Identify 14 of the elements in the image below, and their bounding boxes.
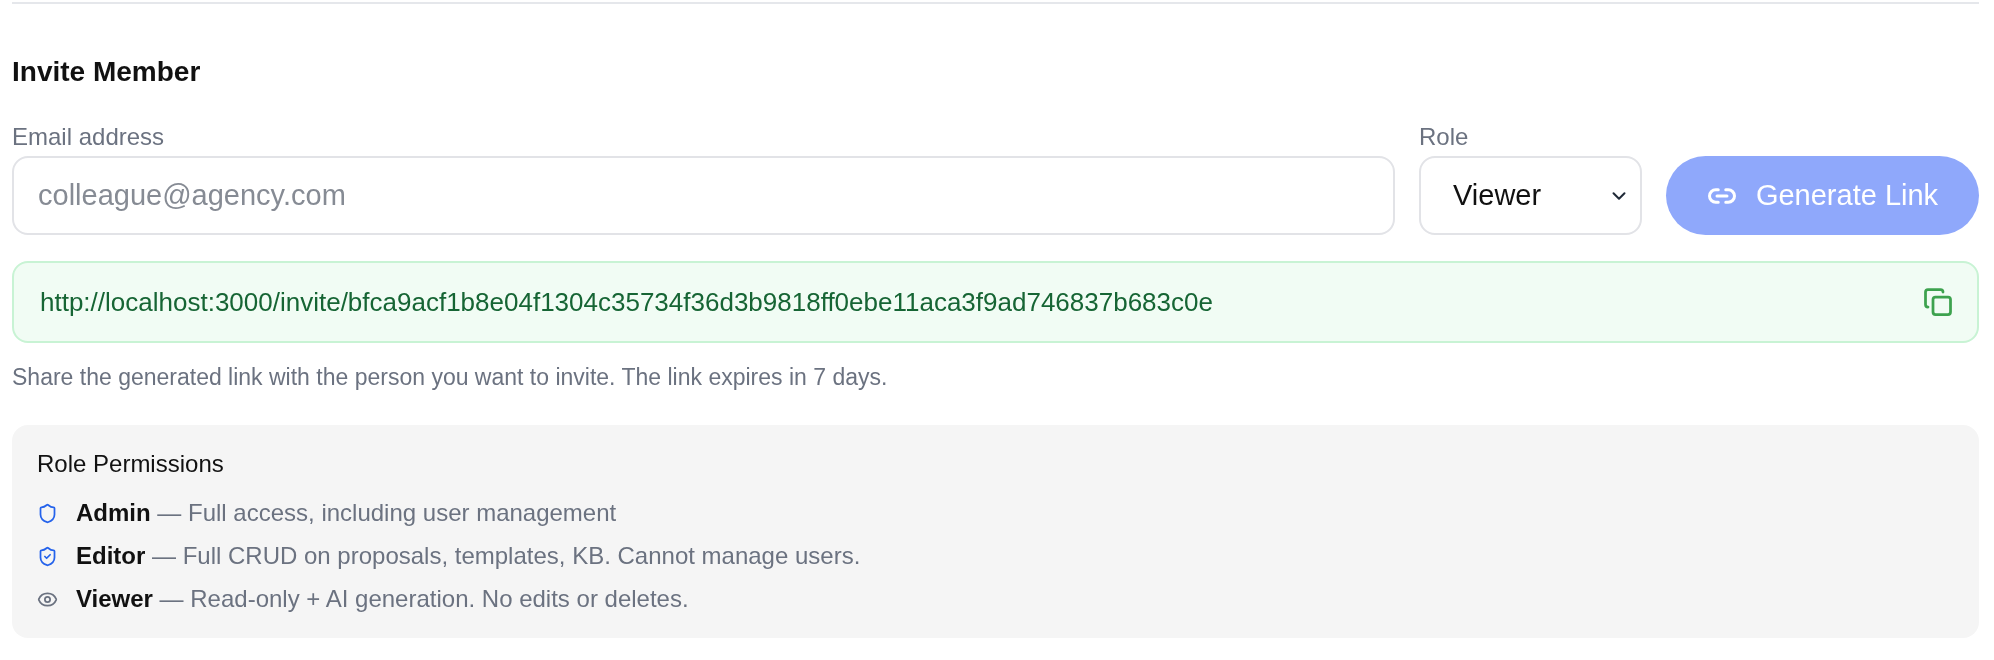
copy-icon[interactable]: [1923, 287, 1953, 317]
permission-description: Editor — Full CRUD on proposals, templates, KB. Cannot manage users.: [76, 541, 861, 571]
shield-icon: [37, 502, 58, 524]
permission-description: Admin — Full access, including user management: [76, 498, 617, 528]
shield-check-icon: [37, 545, 58, 567]
email-label: Email address: [12, 123, 166, 151]
role-label: Role: [1419, 123, 1470, 151]
permissions-title: Role Permissions: [37, 449, 225, 479]
help-text: Share the generated link with the person you want to invite. The link expires in 7 days.: [12, 363, 889, 391]
email-input[interactable]: colleague@agency.com: [12, 156, 1395, 235]
permission-description: Viewer — Read-only + AI generation. No edits or deletes.: [76, 584, 689, 614]
role-select[interactable]: Viewer: [1419, 156, 1642, 235]
section-title: Invite Member: [12, 55, 202, 89]
invite-url: http://localhost:3000/invite/bfca9acf1b8e04f1304c35734f36d3b9818ff0ebe11aca3f9ad746837b683c0e: [40, 286, 1213, 318]
